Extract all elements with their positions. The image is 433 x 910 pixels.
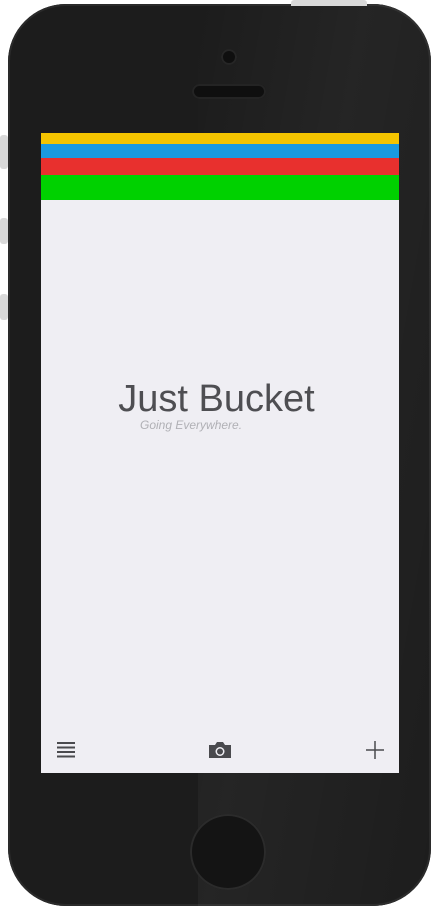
sleep-wake-button[interactable] <box>291 0 367 6</box>
app-tagline: Going Everywhere. <box>140 418 243 432</box>
list-icon[interactable] <box>56 740 76 760</box>
home-button[interactable] <box>190 814 266 890</box>
header-stripe-red <box>41 158 399 175</box>
plus-icon[interactable] <box>366 741 384 759</box>
camera-icon[interactable] <box>207 740 233 760</box>
volume-down-button[interactable] <box>0 294 8 320</box>
header-stripe-yellow <box>41 133 399 144</box>
app-screen <box>41 133 399 773</box>
mute-switch[interactable] <box>0 135 8 169</box>
front-camera-icon <box>221 49 237 65</box>
earpiece-speaker <box>192 84 266 99</box>
app-title: Just Bucket <box>118 378 315 420</box>
header-stripe-green <box>41 175 399 200</box>
volume-up-button[interactable] <box>0 218 8 244</box>
header-stripe-blue <box>41 144 399 158</box>
